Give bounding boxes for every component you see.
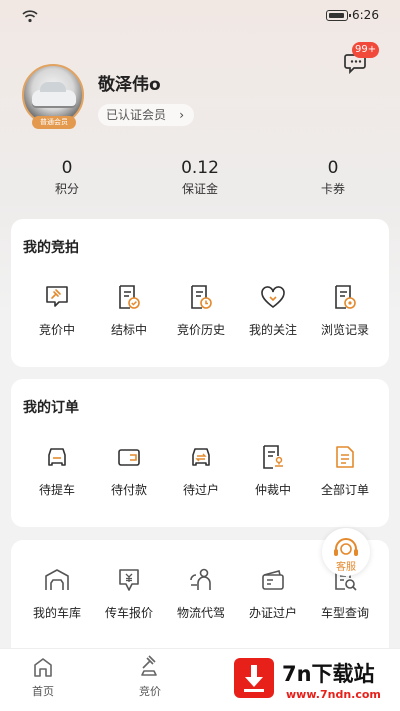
garage-icon [45,569,69,590]
item-label: 待付款 [110,483,147,497]
customer-service-label: 客服 [336,562,356,573]
card-title: 我的竞拍 [23,240,79,256]
message-count-badge: 99+ [352,42,380,58]
auction-item-bidding[interactable]: 竞价中 [22,283,92,338]
order-item-pickup[interactable]: 待提车 [22,443,92,498]
auction-item-history[interactable]: 竞价历史 [166,283,236,338]
orders-icon [336,446,354,468]
stat-deposit[interactable]: 0.12 保证金 [160,158,240,197]
card-title: 我的订单 [23,400,79,416]
auction-item-favorites[interactable]: 我的关注 [238,283,308,338]
nav-home[interactable]: 首页 [13,655,73,699]
watermark: 7n下载站 www.7ndn.com [228,652,398,708]
battery-icon [326,10,351,21]
driver-icon [190,568,211,590]
chevron-right-icon: › [179,108,184,122]
item-label: 待提车 [38,483,75,497]
item-label: 待过户 [182,483,219,497]
document-check-icon [119,285,140,309]
auction-item-closing[interactable]: 结标中 [94,283,164,338]
auction-item-browsing[interactable]: 浏览记录 [310,283,380,338]
stat-value: 0.12 [181,158,219,178]
car-transfer-icon [192,448,210,466]
item-label: 物流代驾 [176,606,225,620]
price-tag-icon [119,569,139,591]
car-front-icon [48,448,66,466]
status-bar: 6:26 [0,0,400,32]
status-time: 6:26 [352,8,379,22]
wallet-icon [118,449,140,466]
order-item-all[interactable]: 全部订单 [310,443,380,498]
nav-label: 竞价 [139,685,161,698]
my-orders-card: 我的订单 待提车 待付款 待过户 仲裁中 全部订单 [11,379,389,527]
gavel-chat-icon [46,286,68,307]
item-label: 竞价中 [38,323,75,337]
nav-label: 首页 [32,685,54,698]
document-clock-icon [191,285,212,309]
service-item-quote[interactable]: 传车报价 [94,566,164,621]
document-stamp-icon [263,445,283,469]
item-label: 我的车库 [32,606,81,620]
service-item-logistics[interactable]: 物流代驾 [166,566,236,621]
watermark-url: www.7ndn.com [286,688,381,701]
stat-label: 保证金 [181,182,218,196]
verified-member-pill[interactable]: 已认证会员 › [98,104,194,126]
item-label: 浏览记录 [320,323,369,337]
item-label: 传车报价 [104,606,153,620]
item-label: 我的关注 [248,323,297,337]
stat-value: 0 [327,158,339,178]
item-label: 竞价历史 [176,323,225,337]
stats-row: 0 积分 0.12 保证金 0 卡券 [0,158,400,198]
member-badge: 普通会员 [32,116,76,129]
certificate-icon [262,570,284,590]
download-logo-icon [234,658,274,698]
wifi-icon [22,10,38,23]
service-item-certificate[interactable]: 办证过户 [238,566,308,621]
item-label: 仲裁中 [254,483,291,497]
bid-icon [141,655,157,676]
home-icon [34,658,52,677]
stat-value: 0 [61,158,73,178]
document-view-icon [335,285,356,309]
nav-bid[interactable]: 竞价 [120,655,180,699]
item-label: 办证过户 [248,606,297,620]
my-auction-card: 我的竞拍 竞价中 结标中 竞价历史 我的关注 浏览记录 [11,219,389,367]
stat-label: 卡券 [320,182,345,196]
service-item-garage[interactable]: 我的车库 [22,566,92,621]
stat-points[interactable]: 0 积分 [27,158,107,197]
heart-icon [261,286,285,309]
stat-label: 积分 [54,182,79,196]
order-item-arbitration[interactable]: 仲裁中 [238,443,308,498]
item-label: 车型查询 [320,606,369,620]
stat-coupons[interactable]: 0 卡券 [293,158,373,197]
customer-service-button[interactable]: 客服 [322,528,370,576]
verified-label: 已认证会员 [106,108,167,122]
item-label: 结标中 [110,323,147,337]
item-label: 全部订单 [320,483,369,497]
username: 敬泽伟o [98,75,161,95]
avatar[interactable]: 普通会员 [22,64,84,129]
order-item-unpaid[interactable]: 待付款 [94,443,164,498]
order-item-transfer[interactable]: 待过户 [166,443,236,498]
watermark-title: 7n下载站 [282,662,375,686]
